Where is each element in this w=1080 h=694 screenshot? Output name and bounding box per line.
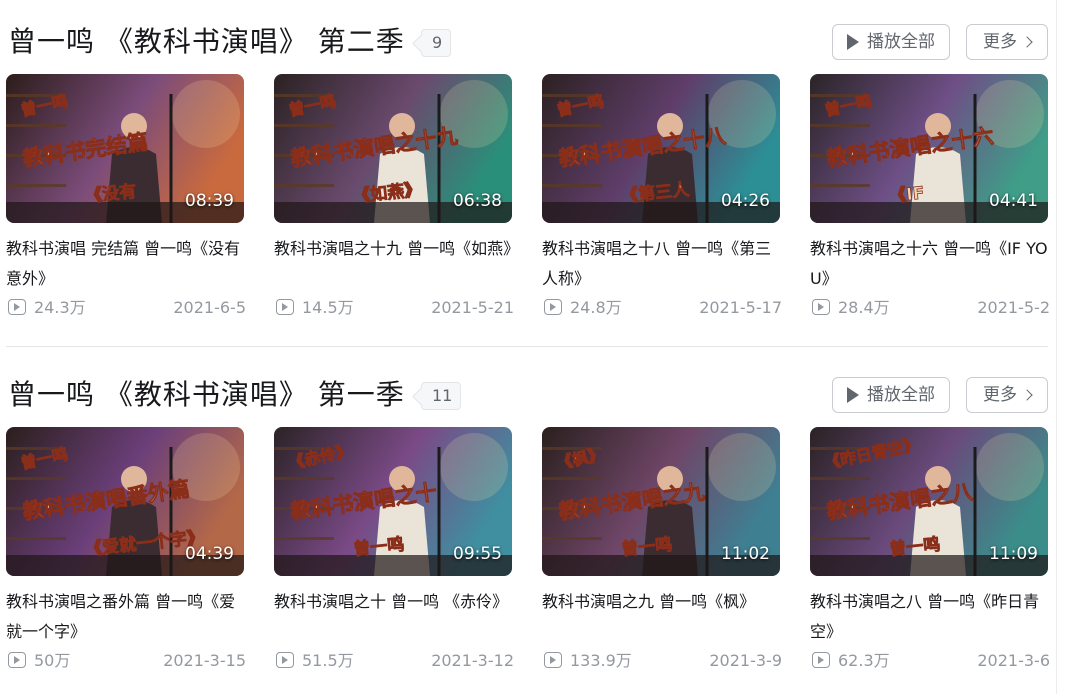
- play-count-icon: [544, 652, 562, 668]
- video-title[interactable]: 教科书演唱之十八 曾一鸣《第三人称》: [542, 234, 782, 294]
- more-label: 更多: [983, 385, 1017, 405]
- play-count-icon: [812, 299, 830, 315]
- video-duration: 04:26: [721, 191, 770, 211]
- video-duration: 11:02: [721, 544, 770, 564]
- publish-date: 2021-3-6: [977, 651, 1050, 670]
- play-icon: [847, 34, 859, 50]
- publish-date: 2021-5-2: [977, 298, 1050, 317]
- view-count: 24.3万: [34, 298, 86, 317]
- play-count-icon: [812, 652, 830, 668]
- video-thumbnail[interactable]: 《枫》 教科书演唱之九 曾一鸣 11:02: [542, 427, 780, 576]
- video-count-badge: 9: [421, 29, 452, 57]
- play-all-button[interactable]: 播放全部: [832, 24, 950, 60]
- play-icon: [847, 387, 859, 403]
- view-count: 24.8万: [570, 298, 622, 317]
- play-count-icon: [8, 652, 26, 668]
- section-header: 曾一鸣 《教科书演唱》 第一季 11 播放全部 更多: [0, 375, 1060, 415]
- video-title[interactable]: 教科书演唱之九 曾一鸣《枫》: [542, 587, 782, 647]
- collection-section: 曾一鸣 《教科书演唱》 第二季 9 播放全部 更多曾一鸣 教科书完结篇 《没有 08:39 教…: [0, 0, 1060, 347]
- video-title[interactable]: 教科书演唱之十九 曾一鸣《如燕》: [274, 234, 514, 294]
- video-title[interactable]: 教科书演唱之十六 曾一鸣《IF YOU》: [810, 234, 1050, 294]
- video-thumbnail[interactable]: 曾一鸣 教科书演唱番外篇 《爱就一个字》 04:39: [6, 427, 244, 576]
- section-header: 曾一鸣 《教科书演唱》 第二季 9 播放全部 更多: [0, 22, 1060, 62]
- publish-date: 2021-3-15: [163, 651, 246, 670]
- view-count: 62.3万: [838, 651, 890, 670]
- video-thumbnail[interactable]: 曾一鸣 教科书演唱之十六 《IF 04:41: [810, 74, 1048, 223]
- video-duration: 11:09: [989, 544, 1038, 564]
- more-button[interactable]: 更多: [966, 24, 1048, 60]
- video-thumbnail[interactable]: 《赤伶》 教科书演唱之十 曾一鸣 09:55: [274, 427, 512, 576]
- view-count: 133.9万: [570, 651, 632, 670]
- publish-date: 2021-6-5: [173, 298, 246, 317]
- video-meta: 62.3万 2021-3-6: [810, 649, 1050, 673]
- publish-date: 2021-3-9: [709, 651, 782, 670]
- video-title[interactable]: 教科书演唱之八 曾一鸣《昨日青空》: [810, 587, 1050, 647]
- chevron-right-icon: [1021, 389, 1033, 401]
- publish-date: 2021-5-21: [431, 298, 514, 317]
- video-duration: 04:41: [989, 191, 1038, 211]
- section-title[interactable]: 曾一鸣 《教科书演唱》 第二季: [8, 24, 405, 60]
- more-button[interactable]: 更多: [966, 377, 1048, 413]
- play-count-icon: [276, 299, 294, 315]
- video-thumbnail[interactable]: 曾一鸣 教科书演唱之十八 《第三人 04:26: [542, 74, 780, 223]
- video-count-badge: 11: [421, 382, 462, 410]
- video-duration: 04:39: [185, 544, 234, 564]
- video-meta: 24.8万 2021-5-17: [542, 296, 782, 320]
- video-meta: 14.5万 2021-5-21: [274, 296, 514, 320]
- view-count: 14.5万: [302, 298, 354, 317]
- play-all-label: 播放全部: [867, 385, 935, 405]
- video-duration: 08:39: [185, 191, 234, 211]
- view-count: 51.5万: [302, 651, 354, 670]
- thumbnail-overlay-text: 《IF: [888, 182, 925, 207]
- video-duration: 09:55: [453, 544, 502, 564]
- play-all-button[interactable]: 播放全部: [832, 377, 950, 413]
- play-count-icon: [8, 299, 26, 315]
- video-meta: 24.3万 2021-6-5: [6, 296, 246, 320]
- video-meta: 28.4万 2021-5-2: [810, 296, 1050, 320]
- play-count-icon: [276, 652, 294, 668]
- video-title[interactable]: 教科书演唱之番外篇 曾一鸣《爱就一个字》: [6, 587, 246, 647]
- video-meta: 51.5万 2021-3-12: [274, 649, 514, 673]
- publish-date: 2021-5-17: [699, 298, 782, 317]
- publish-date: 2021-3-12: [431, 651, 514, 670]
- video-meta: 133.9万 2021-3-9: [542, 649, 782, 673]
- video-thumbnail[interactable]: 曾一鸣 教科书演唱之十九 《如燕》 06:38: [274, 74, 512, 223]
- video-thumbnail[interactable]: 曾一鸣 教科书完结篇 《没有 08:39: [6, 74, 244, 223]
- video-title[interactable]: 教科书演唱之十 曾一鸣 《赤伶》: [274, 587, 514, 647]
- video-thumbnail[interactable]: 《昨日青空》 教科书演唱之八 曾一鸣 11:09: [810, 427, 1048, 576]
- play-count-icon: [544, 299, 562, 315]
- collection-section: 曾一鸣 《教科书演唱》 第一季 11 播放全部 更多曾一鸣 教科书演唱番外篇 《爱就一个字…: [0, 353, 1060, 694]
- section-title[interactable]: 曾一鸣 《教科书演唱》 第一季: [8, 377, 405, 413]
- chevron-right-icon: [1021, 36, 1033, 48]
- more-label: 更多: [983, 32, 1017, 52]
- view-count: 28.4万: [838, 298, 890, 317]
- view-count: 50万: [34, 651, 71, 670]
- section-divider: [6, 346, 1048, 347]
- play-all-label: 播放全部: [867, 32, 935, 52]
- video-duration: 06:38: [453, 191, 502, 211]
- video-title[interactable]: 教科书演唱 完结篇 曾一鸣《没有意外》: [6, 234, 246, 294]
- video-meta: 50万 2021-3-15: [6, 649, 246, 673]
